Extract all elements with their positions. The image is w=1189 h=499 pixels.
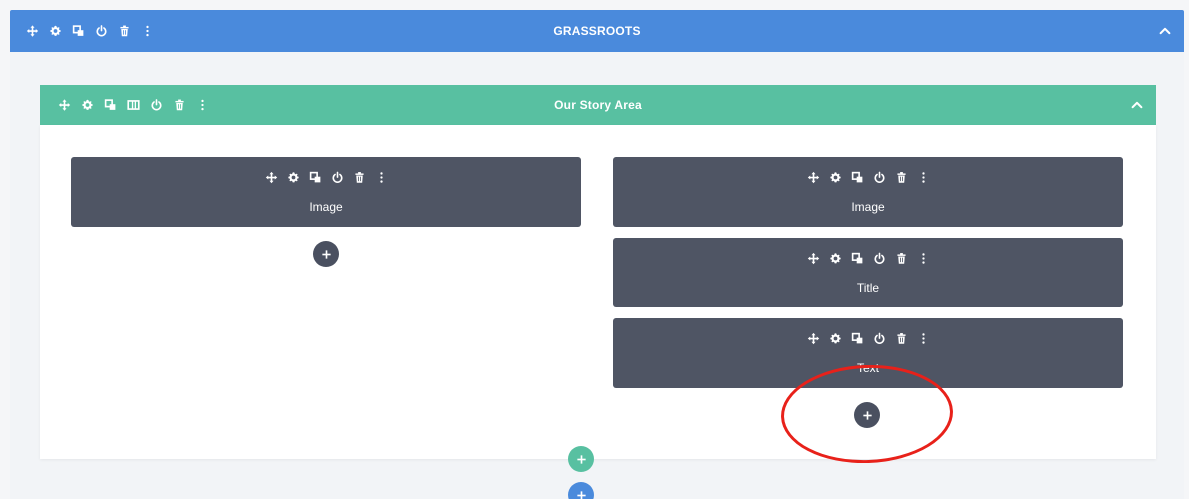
gear-icon[interactable] bbox=[829, 171, 842, 184]
duplicate-icon[interactable] bbox=[851, 332, 864, 345]
trash-icon[interactable] bbox=[895, 171, 908, 184]
module-label: Image bbox=[851, 200, 885, 214]
more-vertical-icon[interactable] bbox=[917, 171, 930, 184]
move-icon[interactable] bbox=[807, 171, 820, 184]
move-icon[interactable] bbox=[58, 99, 71, 112]
more-vertical-icon[interactable] bbox=[917, 252, 930, 265]
duplicate-icon[interactable] bbox=[72, 25, 85, 38]
module-title[interactable]: Title bbox=[613, 238, 1123, 307]
move-icon[interactable] bbox=[26, 25, 39, 38]
chevron-up-icon[interactable] bbox=[1158, 24, 1172, 38]
section-title: GRASSROOTS bbox=[553, 24, 641, 38]
plus-icon bbox=[576, 454, 587, 465]
more-vertical-icon[interactable] bbox=[141, 25, 154, 38]
more-vertical-icon[interactable] bbox=[917, 332, 930, 345]
trash-icon[interactable] bbox=[118, 25, 131, 38]
add-module-button[interactable] bbox=[313, 241, 339, 267]
trash-icon[interactable] bbox=[173, 99, 186, 112]
module-image-right[interactable]: Image bbox=[613, 157, 1123, 227]
power-icon[interactable] bbox=[873, 171, 886, 184]
gear-icon[interactable] bbox=[287, 171, 300, 184]
row-toolbar bbox=[58, 99, 209, 112]
move-icon[interactable] bbox=[807, 332, 820, 345]
trash-icon[interactable] bbox=[895, 332, 908, 345]
add-row-button[interactable] bbox=[568, 446, 594, 472]
move-icon[interactable] bbox=[807, 252, 820, 265]
section-header[interactable]: GRASSROOTS bbox=[10, 10, 1184, 52]
module-label: Title bbox=[856, 281, 880, 295]
plus-icon bbox=[321, 249, 332, 260]
power-icon[interactable] bbox=[95, 25, 108, 38]
module-label: Image bbox=[309, 200, 343, 214]
gear-icon[interactable] bbox=[829, 332, 842, 345]
trash-icon[interactable] bbox=[353, 171, 366, 184]
power-icon[interactable] bbox=[873, 252, 886, 265]
module-toolbar bbox=[71, 171, 581, 184]
section-toolbar bbox=[26, 25, 154, 38]
power-icon[interactable] bbox=[150, 99, 163, 112]
move-icon[interactable] bbox=[265, 171, 278, 184]
columns-icon[interactable] bbox=[127, 99, 140, 112]
plus-icon bbox=[576, 490, 587, 499]
module-toolbar bbox=[613, 252, 1123, 265]
duplicate-icon[interactable] bbox=[309, 171, 322, 184]
power-icon[interactable] bbox=[331, 171, 344, 184]
gear-icon[interactable] bbox=[49, 25, 62, 38]
more-vertical-icon[interactable] bbox=[196, 99, 209, 112]
trash-icon[interactable] bbox=[895, 252, 908, 265]
module-image-left[interactable]: Image bbox=[71, 157, 581, 227]
gear-icon[interactable] bbox=[829, 252, 842, 265]
duplicate-icon[interactable] bbox=[851, 252, 864, 265]
duplicate-icon[interactable] bbox=[851, 171, 864, 184]
chevron-up-icon[interactable] bbox=[1130, 98, 1144, 112]
more-vertical-icon[interactable] bbox=[375, 171, 388, 184]
row-header[interactable]: Our Story Area bbox=[40, 85, 1156, 125]
power-icon[interactable] bbox=[873, 332, 886, 345]
gear-icon[interactable] bbox=[81, 99, 94, 112]
duplicate-icon[interactable] bbox=[104, 99, 117, 112]
module-toolbar bbox=[613, 332, 1123, 345]
module-toolbar bbox=[613, 171, 1123, 184]
